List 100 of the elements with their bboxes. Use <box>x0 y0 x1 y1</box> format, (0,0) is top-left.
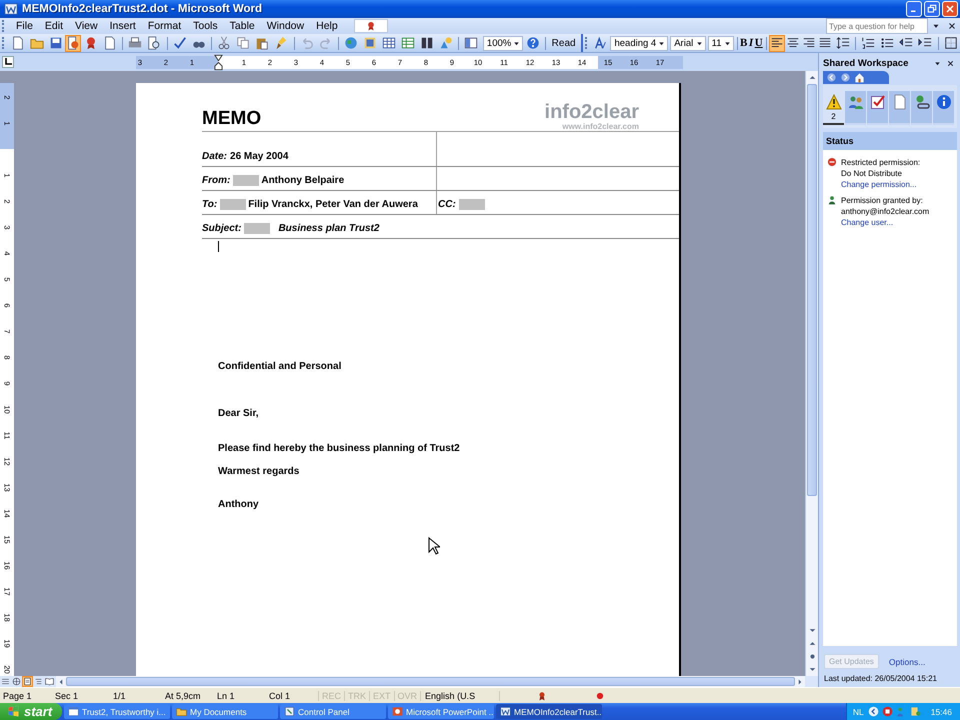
menu-item[interactable]: Format <box>142 20 188 32</box>
font-dropdown[interactable]: Arial <box>670 36 706 50</box>
copy-icon[interactable] <box>236 36 250 50</box>
hyperlink-icon[interactable] <box>344 36 358 50</box>
menu-item[interactable]: Table <box>224 20 261 32</box>
forward-icon[interactable] <box>840 72 851 83</box>
menu-item[interactable]: File <box>10 20 39 32</box>
shield-icon[interactable] <box>882 706 893 717</box>
help-icon[interactable] <box>526 36 540 50</box>
status-text: Restricted permission: <box>841 157 920 168</box>
link[interactable]: Options... <box>888 656 926 666</box>
tasks-icon <box>870 94 886 110</box>
horizontal-scrollbar[interactable] <box>56 676 805 687</box>
workspace-tab[interactable]: 2 <box>823 91 844 125</box>
paragraph: Warmest regards <box>217 466 300 477</box>
spelling-icon[interactable] <box>172 36 187 50</box>
format-painter-icon[interactable] <box>274 36 288 50</box>
document-icon[interactable] <box>102 36 117 50</box>
line-spacing-icon[interactable] <box>836 36 850 50</box>
styles-icon[interactable] <box>594 36 608 50</box>
word-icon <box>500 706 511 717</box>
field-label: Date: <box>202 151 228 162</box>
status-field: At 5,9cm <box>162 690 214 700</box>
logo-url: www.info2clear.com <box>562 122 639 131</box>
text-cursor <box>218 241 219 252</box>
record-icon[interactable] <box>595 690 606 700</box>
border-icon[interactable] <box>944 36 958 50</box>
taskbar-button[interactable]: My Documents <box>172 704 278 719</box>
save-icon[interactable] <box>48 36 63 50</box>
menu-item[interactable]: Edit <box>38 20 70 32</box>
taskbar-button[interactable]: MEMOInfo2clearTrust... <box>496 704 602 719</box>
ribbon-icon[interactable] <box>366 21 376 31</box>
bold-button[interactable]: B <box>740 34 748 52</box>
info-icon <box>936 94 952 110</box>
vertical-scrollbar[interactable] <box>805 71 818 676</box>
home-icon[interactable] <box>854 72 865 83</box>
drawing-icon[interactable] <box>438 36 453 50</box>
menu-item[interactable]: Insert <box>104 20 142 32</box>
permission-menu-button[interactable] <box>354 19 388 33</box>
italic-button[interactable]: I <box>747 34 755 52</box>
section-header: Status <box>823 132 957 150</box>
insert-spreadsheet-icon[interactable] <box>400 36 415 50</box>
workspace-tab[interactable] <box>867 91 888 125</box>
status-field: Col 1 <box>266 690 318 700</box>
tab-selector[interactable] <box>2 56 14 68</box>
zoom-dropdown[interactable]: 100% <box>482 36 524 50</box>
font-size-dropdown[interactable]: 11 <box>708 36 734 50</box>
paragraph: Please find hereby the business planning of Trust2 <box>217 443 461 454</box>
cut-icon[interactable] <box>217 36 232 50</box>
field-value: Filip Vranckx, Peter Van der Auwera <box>248 199 418 210</box>
person-icon <box>827 195 837 205</box>
workspace-tab[interactable] <box>845 91 866 125</box>
paragraph: Confidential and Personal <box>217 361 342 372</box>
status-text: Permission granted by: <box>841 195 924 206</box>
field-label: CC: <box>438 199 456 210</box>
status-field: Page 1 <box>0 690 52 700</box>
field-value: 26 May 2004 <box>230 151 288 162</box>
no-entry-icon <box>827 157 837 167</box>
links-icon <box>914 94 930 110</box>
open-folder-icon[interactable] <box>30 36 44 50</box>
close-icon[interactable] <box>947 21 957 31</box>
app-icon <box>4 2 18 16</box>
powerpoint-icon <box>392 706 403 717</box>
print-icon[interactable] <box>128 36 142 50</box>
menu-item[interactable]: Tools <box>187 20 224 32</box>
link[interactable]: Change user... <box>841 217 930 228</box>
taskbar-button[interactable]: Control Panel <box>280 704 386 719</box>
indent-marker[interactable] <box>214 54 222 70</box>
permission-status-icon[interactable] <box>537 690 548 700</box>
status-field: Sec 1 <box>52 690 110 700</box>
folder-icon <box>176 706 187 717</box>
document-map-icon[interactable] <box>464 36 478 50</box>
style-dropdown[interactable]: heading 4 <box>610 36 668 50</box>
link[interactable]: Change permission... <box>841 179 920 190</box>
taskbar-button[interactable]: Trust2, Trustworthy i... <box>64 704 170 719</box>
workspace-tab[interactable] <box>933 91 954 125</box>
print-preview-icon[interactable] <box>147 36 162 50</box>
columns-icon[interactable] <box>420 36 434 50</box>
close-icon[interactable] <box>946 58 955 68</box>
menu-item[interactable]: View <box>69 20 104 32</box>
back-icon[interactable] <box>826 72 837 83</box>
paste-icon[interactable] <box>255 36 270 50</box>
field-value: Business plan Trust2 <box>278 223 380 234</box>
insert-table-icon[interactable] <box>382 36 396 50</box>
help-question-field[interactable]: Type a question for help <box>826 18 928 34</box>
read-button[interactable]: Read <box>548 38 579 48</box>
status-field: Ln 1 <box>214 690 266 700</box>
menu-item[interactable]: Window <box>260 20 310 32</box>
last-updated-text: Last updated: 26/05/2004 15:21 <box>824 674 938 683</box>
taskbar-button[interactable]: Microsoft PowerPoint ... <box>388 704 494 719</box>
workspace-tab[interactable] <box>911 91 932 125</box>
numbering-icon[interactable] <box>861 36 876 50</box>
bullets-icon[interactable] <box>880 36 894 50</box>
new-document-icon[interactable] <box>10 36 25 50</box>
workspace-tab[interactable] <box>889 91 910 125</box>
underline-button[interactable]: U <box>754 34 763 52</box>
field-label: From: <box>202 175 230 186</box>
menu-item[interactable]: Help <box>310 20 344 32</box>
status-text: anthony@info2clear.com <box>841 206 930 217</box>
field-label: To: <box>202 199 218 210</box>
